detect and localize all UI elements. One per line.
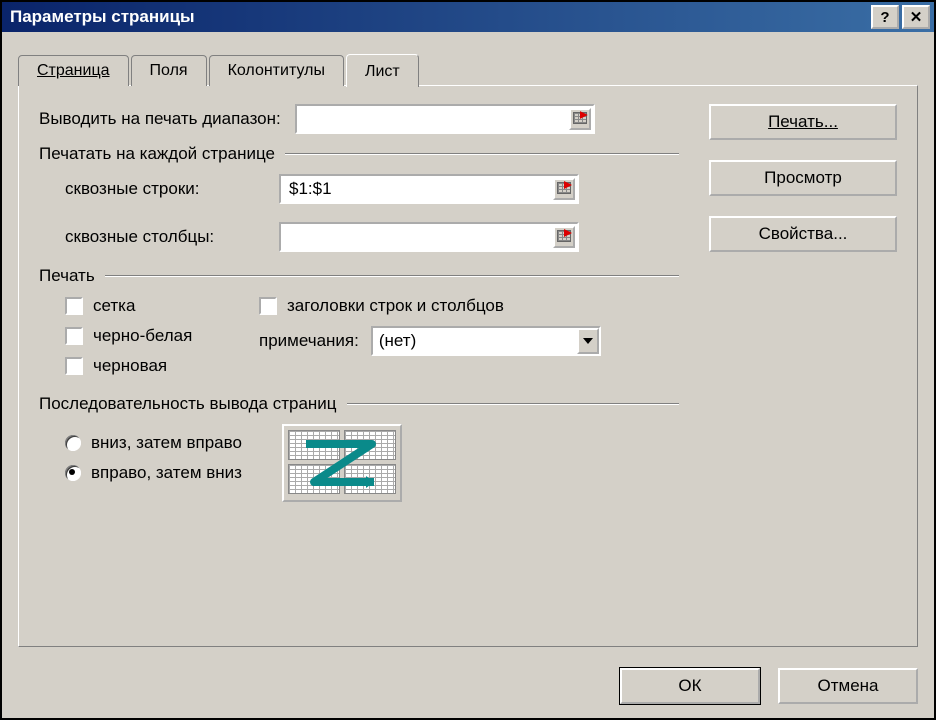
range-picker-icon[interactable]	[569, 108, 591, 130]
repeat-group-title: Печатать на каждой странице	[39, 144, 285, 164]
titlebar: Параметры страницы ? ✕	[2, 2, 934, 32]
notes-label: примечания:	[259, 331, 359, 351]
bw-label: черно-белая	[93, 326, 192, 346]
over-then-down-label: вправо, затем вниз	[91, 463, 242, 483]
grid-checkbox[interactable]	[65, 297, 83, 315]
preview-button[interactable]: Просмотр	[709, 160, 897, 196]
page-order-illustration	[282, 424, 402, 502]
tab-page[interactable]: Страница	[18, 55, 129, 86]
print-range-field[interactable]	[303, 106, 565, 132]
print-group: Печать сетка черно-белая черновая	[39, 266, 679, 386]
tab-sheet[interactable]: Лист	[346, 54, 419, 87]
options-button[interactable]: Свойства...	[709, 216, 897, 252]
repeat-group: Печатать на каждой странице сквозные стр…	[39, 144, 679, 252]
main-left: Выводить на печать диапазон: Печатать на…	[39, 104, 679, 502]
rows-input[interactable]	[279, 174, 579, 204]
ok-button[interactable]: ОК	[620, 668, 760, 704]
bw-checkbox[interactable]	[65, 327, 83, 345]
headings-label: заголовки строк и столбцов	[287, 296, 504, 316]
down-then-over-label: вниз, затем вправо	[91, 433, 242, 453]
right-buttons: Печать... Просмотр Свойства...	[709, 104, 897, 252]
close-button[interactable]: ✕	[902, 5, 930, 29]
draft-label: черновая	[93, 356, 167, 376]
chevron-down-icon[interactable]	[577, 328, 599, 354]
cols-label: сквозные столбцы:	[65, 227, 265, 247]
print-button[interactable]: Печать...	[709, 104, 897, 140]
cols-input[interactable]	[279, 222, 579, 252]
cols-field[interactable]	[287, 224, 549, 250]
down-then-over-radio[interactable]	[65, 435, 81, 451]
window-title: Параметры страницы	[10, 7, 868, 27]
rows-field[interactable]	[287, 176, 549, 202]
print-range-label: Выводить на печать диапазон:	[39, 109, 281, 129]
tabstrip: Страница Поля Колонтитулы Лист	[18, 52, 918, 85]
headings-checkbox[interactable]	[259, 297, 277, 315]
help-button[interactable]: ?	[871, 5, 899, 29]
tab-headers[interactable]: Колонтитулы	[209, 55, 344, 86]
cancel-button[interactable]: Отмена	[778, 668, 918, 704]
client-area: Страница Поля Колонтитулы Лист Печать...…	[2, 32, 934, 718]
rows-label: сквозные строки:	[65, 179, 265, 199]
cols-picker-icon[interactable]	[553, 226, 575, 248]
rows-picker-icon[interactable]	[553, 178, 575, 200]
print-group-title: Печать	[39, 266, 105, 286]
draft-checkbox[interactable]	[65, 357, 83, 375]
notes-value: (нет)	[379, 331, 577, 351]
order-group-title: Последовательность вывода страниц	[39, 394, 347, 414]
grid-label: сетка	[93, 296, 135, 316]
tab-fields[interactable]: Поля	[131, 55, 207, 86]
order-group: Последовательность вывода страниц вниз, …	[39, 394, 679, 502]
dialog-window: Параметры страницы ? ✕ Страница Поля Кол…	[0, 0, 936, 720]
print-range-input[interactable]	[295, 104, 595, 134]
notes-combo[interactable]: (нет)	[371, 326, 601, 356]
tabpanel-sheet: Печать... Просмотр Свойства... Выводить …	[18, 85, 918, 647]
over-then-down-radio[interactable]	[65, 465, 81, 481]
footer-buttons: ОК Отмена	[620, 668, 918, 704]
